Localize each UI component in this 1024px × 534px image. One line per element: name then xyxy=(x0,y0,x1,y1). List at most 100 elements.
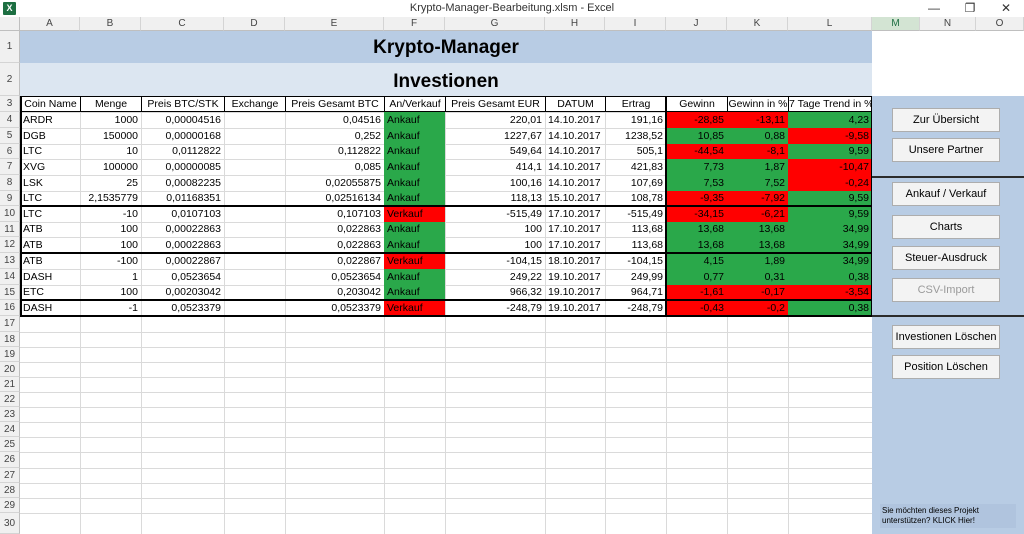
cell-ertrag[interactable]: 249,99 xyxy=(605,269,666,285)
cell-ertrag[interactable]: 113,68 xyxy=(605,237,666,253)
cell-gewinn[interactable]: 4,15 xyxy=(666,253,727,269)
restore-button[interactable]: ❐ xyxy=(952,0,988,17)
column-title[interactable]: Gewinn xyxy=(666,96,728,112)
row-header-8[interactable]: 8 xyxy=(0,175,20,191)
cell-menge[interactable]: 100000 xyxy=(80,159,141,175)
cell-gesamt-eur[interactable]: 414,1 xyxy=(445,159,545,175)
cell-menge[interactable]: 1000 xyxy=(80,112,141,128)
cell-gewinn[interactable]: -0,43 xyxy=(666,300,727,316)
cell-preis-stk[interactable]: 0,00203042 xyxy=(141,285,224,300)
cell-gesamt-btc[interactable]: 0,252 xyxy=(285,128,384,144)
cell-gewinn-pct[interactable]: -8,1 xyxy=(727,144,788,159)
column-title[interactable]: Exchange xyxy=(224,96,286,112)
column-header-g[interactable]: G xyxy=(445,17,545,31)
cell-gesamt-btc[interactable]: 0,203042 xyxy=(285,285,384,300)
column-title[interactable]: Ertrag xyxy=(605,96,667,112)
cell-gewinn-pct[interactable]: 1,89 xyxy=(727,253,788,269)
cell-type[interactable]: Ankauf xyxy=(384,237,445,253)
cell-gewinn-pct[interactable]: -6,21 xyxy=(727,206,788,222)
column-title[interactable]: Coin Name xyxy=(20,96,81,112)
row-header-23[interactable]: 23 xyxy=(0,407,20,422)
cell-coin[interactable]: ETC xyxy=(20,285,80,300)
cell-coin[interactable]: DASH xyxy=(20,300,80,316)
row-header-6[interactable]: 6 xyxy=(0,144,20,159)
cell-type[interactable]: Ankauf xyxy=(384,144,445,159)
column-title[interactable]: An/Verkauf xyxy=(384,96,446,112)
column-header-i[interactable]: I xyxy=(605,17,666,31)
cell-gesamt-eur[interactable]: -104,15 xyxy=(445,253,545,269)
cell-gesamt-eur[interactable]: 100 xyxy=(445,222,545,237)
minimize-button[interactable]: — xyxy=(916,0,952,17)
cell-type[interactable]: Ankauf xyxy=(384,269,445,285)
cell-menge[interactable]: -10 xyxy=(80,206,141,222)
cell-menge[interactable]: 100 xyxy=(80,285,141,300)
column-header-m[interactable]: M xyxy=(872,17,920,31)
column-title[interactable]: Preis BTC/STK xyxy=(141,96,225,112)
cell-type[interactable]: Ankauf xyxy=(384,128,445,144)
cell-type[interactable]: Ankauf xyxy=(384,285,445,300)
column-header-j[interactable]: J xyxy=(666,17,727,31)
cell-menge[interactable]: 25 xyxy=(80,175,141,191)
cell-gesamt-btc[interactable]: 0,107103 xyxy=(285,206,384,222)
cell-exchange[interactable] xyxy=(224,112,285,128)
column-title[interactable]: Preis Gesamt EUR xyxy=(445,96,546,112)
row-header-21[interactable]: 21 xyxy=(0,377,20,392)
cell-gewinn-pct[interactable]: 13,68 xyxy=(727,222,788,237)
cell-type[interactable]: Verkauf xyxy=(384,206,445,222)
cell-type[interactable]: Ankauf xyxy=(384,175,445,191)
cell-exchange[interactable] xyxy=(224,159,285,175)
cell-menge[interactable]: -1 xyxy=(80,300,141,316)
support-link[interactable]: Sie möchten dieses Projekt unterstützen?… xyxy=(880,504,1016,528)
cell-exchange[interactable] xyxy=(224,175,285,191)
cell-trend[interactable]: -9,58 xyxy=(788,128,872,144)
cell-exchange[interactable] xyxy=(224,237,285,253)
cell-gesamt-btc[interactable]: 0,02516134 xyxy=(285,191,384,206)
row-header-20[interactable]: 20 xyxy=(0,362,20,377)
column-header-l[interactable]: L xyxy=(788,17,872,31)
column-header-e[interactable]: E xyxy=(285,17,384,31)
row-header-29[interactable]: 29 xyxy=(0,498,20,513)
row-header-25[interactable]: 25 xyxy=(0,437,20,452)
cell-coin[interactable]: XVG xyxy=(20,159,80,175)
cell-exchange[interactable] xyxy=(224,285,285,300)
cell-type[interactable]: Ankauf xyxy=(384,222,445,237)
cell-coin[interactable]: ARDR xyxy=(20,112,80,128)
cell-type[interactable]: Ankauf xyxy=(384,191,445,206)
delete-investments-button[interactable]: Investionen Löschen xyxy=(892,325,1000,349)
column-title[interactable]: Gewinn in % xyxy=(727,96,789,112)
cell-gesamt-eur[interactable]: 249,22 xyxy=(445,269,545,285)
cell-trend[interactable]: -3,54 xyxy=(788,285,872,300)
cell-gesamt-eur[interactable]: 549,64 xyxy=(445,144,545,159)
cell-gewinn-pct[interactable]: -0,2 xyxy=(727,300,788,316)
cell-gewinn[interactable]: -1,61 xyxy=(666,285,727,300)
cell-trend[interactable]: 9,59 xyxy=(788,191,872,206)
column-header-f[interactable]: F xyxy=(384,17,445,31)
cell-type[interactable]: Ankauf xyxy=(384,112,445,128)
cell-gewinn[interactable]: -9,35 xyxy=(666,191,727,206)
cell-gesamt-btc[interactable]: 0,085 xyxy=(285,159,384,175)
column-title[interactable]: DATUM xyxy=(545,96,606,112)
cell-coin[interactable]: ATB xyxy=(20,253,80,269)
row-header-9[interactable]: 9 xyxy=(0,191,20,206)
cell-trend[interactable]: 34,99 xyxy=(788,253,872,269)
close-button[interactable]: ✕ xyxy=(988,0,1024,17)
cell-gesamt-btc[interactable]: 0,022867 xyxy=(285,253,384,269)
row-header-2[interactable]: 2 xyxy=(0,63,20,96)
cell-coin[interactable]: LSK xyxy=(20,175,80,191)
cell-coin[interactable]: LTC xyxy=(20,144,80,159)
cell-preis-stk[interactable]: 0,00000085 xyxy=(141,159,224,175)
cell-ertrag[interactable]: 113,68 xyxy=(605,222,666,237)
row-header-4[interactable]: 4 xyxy=(0,112,20,128)
cell-datum[interactable]: 14.10.2017 xyxy=(545,144,605,159)
row-header-18[interactable]: 18 xyxy=(0,332,20,347)
row-header-30[interactable]: 30 xyxy=(0,513,20,534)
cell-preis-stk[interactable]: 0,0523379 xyxy=(141,300,224,316)
cell-ertrag[interactable]: -104,15 xyxy=(605,253,666,269)
cell-datum[interactable]: 17.10.2017 xyxy=(545,222,605,237)
select-all-corner[interactable] xyxy=(0,17,20,31)
cell-gesamt-eur[interactable]: 966,32 xyxy=(445,285,545,300)
row-header-13[interactable]: 13 xyxy=(0,253,20,269)
cell-gesamt-eur[interactable]: 100 xyxy=(445,237,545,253)
cell-gesamt-eur[interactable]: -515,49 xyxy=(445,206,545,222)
cell-ertrag[interactable]: 421,83 xyxy=(605,159,666,175)
